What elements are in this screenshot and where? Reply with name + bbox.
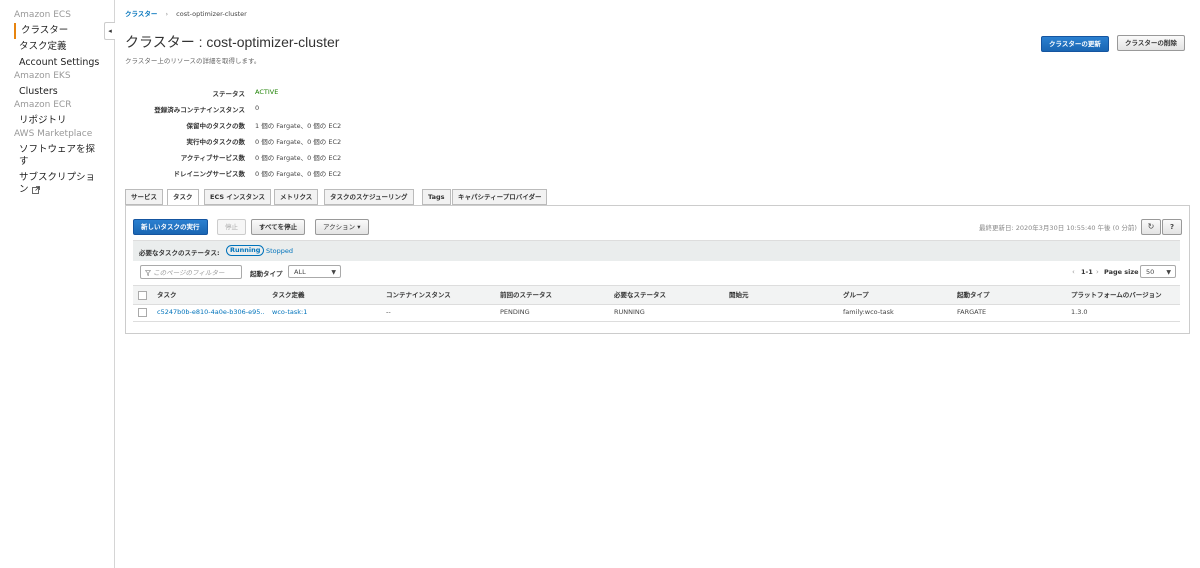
detail-row-status: ステータス ACTIVE (125, 88, 525, 98)
status-stopped-link[interactable]: Stopped (266, 247, 293, 255)
actions-label: アクション (323, 223, 356, 231)
breadcrumb-clusters-link[interactable]: クラスター (125, 10, 157, 18)
filter-icon (144, 270, 152, 277)
external-link-icon (31, 185, 40, 194)
breadcrumb-current: cost-optimizer-cluster (176, 10, 247, 18)
sidebar-item-account-settings[interactable]: Account Settings (0, 55, 114, 71)
page-title: クラスター : cost-optimizer-cluster (125, 34, 340, 50)
sidebar-item-clusters[interactable]: クラスター (14, 23, 114, 39)
detail-row-draining-services: ドレイニングサービス数 0 個の Fargate、0 個の EC2 (125, 168, 525, 178)
status-value: ACTIVE (255, 88, 279, 96)
status-running-chip[interactable]: Running (226, 245, 265, 256)
chevron-down-icon: ▼ (1166, 269, 1171, 276)
sidebar: Amazon ECS クラスター タスク定義 Account Settings … (0, 0, 115, 568)
detail-value: 0 個の Fargate、0 個の EC2 (255, 138, 342, 146)
page-size-select[interactable]: 50 ▼ (1140, 265, 1176, 278)
tab-task-scheduling[interactable]: タスクのスケジューリング (324, 189, 414, 205)
filter-input[interactable]: このページのフィルター (140, 265, 242, 279)
delete-cluster-button[interactable]: クラスターの削除 (1117, 35, 1185, 51)
launch-type-label: 起動タイプ (250, 270, 283, 278)
column-header-platform-version[interactable]: プラットフォームのバージョン (1071, 286, 1162, 304)
page-size-value: 50 (1146, 268, 1155, 276)
sidebar-collapse-button[interactable]: ◂ (104, 22, 115, 40)
chevron-down-icon: ▾ (357, 223, 361, 231)
run-new-task-button[interactable]: 新しいタスクの実行 (133, 219, 208, 235)
next-page-icon[interactable]: › (1096, 268, 1099, 276)
launch-type-cell: FARGATE (957, 308, 987, 316)
column-header-started-by[interactable]: 開始元 (729, 286, 749, 304)
tab-tasks[interactable]: タスク (167, 189, 199, 206)
detail-row-pending: 保留中のタスクの数 1 個の Fargate、0 個の EC2 (125, 120, 525, 130)
tab-services[interactable]: サービス (125, 189, 163, 205)
detail-row-instances: 登録済みコンテナインスタンス 0 (125, 104, 525, 114)
detail-label: 保留中のタスクの数 (186, 122, 246, 130)
sidebar-item-task-definitions[interactable]: タスク定義 (0, 39, 114, 55)
column-header-launch-type[interactable]: 起動タイプ (957, 286, 990, 304)
task-id-link[interactable]: c5247b0b-e810-4a0e-b306-e95... (157, 304, 265, 321)
actions-dropdown[interactable]: アクション ▾ (315, 219, 369, 235)
detail-value: 1 個の Fargate、0 個の EC2 (255, 122, 342, 130)
select-all-checkbox[interactable] (138, 291, 147, 300)
update-cluster-button[interactable]: クラスターの更新 (1041, 36, 1109, 52)
page-size-label: Page size (1104, 268, 1139, 276)
column-header-task[interactable]: タスク (157, 286, 177, 304)
tab-tags[interactable]: Tags (422, 189, 451, 205)
refresh-icon[interactable]: ↻ (1141, 219, 1161, 235)
desired-status-cell: RUNNING (614, 308, 645, 316)
tasks-panel: 新しいタスクの実行 停止 すべてを停止 アクション ▾ 最終更新日: 2020年… (125, 205, 1190, 334)
sidebar-section-ecr: Amazon ECR (14, 100, 72, 110)
stop-all-button[interactable]: すべてを停止 (251, 219, 306, 235)
detail-label: ドレイニングサービス数 (173, 170, 246, 178)
sidebar-item-subscriptions-label: サブスクリプション (19, 172, 96, 195)
container-instance-cell: -- (386, 308, 391, 316)
prev-page-icon[interactable]: ‹ (1072, 268, 1075, 276)
tasks-table-header: タスク タスク定義 コンテナインスタンス 前回のステータス 必要なステータス 開… (133, 285, 1180, 305)
desired-status-bar: 必要なタスクのステータス: Running Stopped (133, 240, 1180, 261)
detail-label: 実行中のタスクの数 (186, 138, 246, 146)
detail-value: 0 個の Fargate、0 個の EC2 (255, 154, 342, 162)
page-subtitle: クラスター上のリソースの詳細を取得します。 (125, 57, 261, 65)
detail-row-active-services: アクティブサービス数 0 個の Fargate、0 個の EC2 (125, 152, 525, 162)
pagination-range: 1-1 (1081, 268, 1093, 276)
last-updated-text: 最終更新日: 2020年3月30日 10:55:40 午後 (0 分前) (979, 224, 1137, 232)
filter-placeholder: このページのフィルター (153, 269, 225, 277)
group-cell: family:wco-task (843, 308, 894, 316)
stop-button[interactable]: 停止 (217, 219, 246, 235)
sidebar-section-ecs: Amazon ECS (14, 10, 71, 20)
tab-ecs-instances[interactable]: ECS インスタンス (204, 189, 272, 205)
sidebar-item-eks-clusters[interactable]: Clusters (0, 84, 114, 100)
sidebar-item-find-software[interactable]: ソフトウェアを探す (0, 142, 99, 168)
help-icon[interactable]: ? (1162, 219, 1182, 235)
desired-status-label: 必要なタスクのステータス: (139, 249, 220, 257)
column-header-desired-status[interactable]: 必要なステータス (614, 286, 666, 304)
sidebar-item-subscriptions[interactable]: サブスクリプション (0, 168, 99, 196)
column-header-container-instance[interactable]: コンテナインスタンス (386, 286, 451, 304)
last-status-cell: PENDING (500, 308, 530, 316)
sidebar-section-eks: Amazon EKS (14, 71, 71, 81)
detail-value: 0 個の Fargate、0 個の EC2 (255, 170, 342, 178)
row-checkbox[interactable] (138, 308, 147, 317)
detail-label: 登録済みコンテナインスタンス (154, 106, 245, 114)
table-row[interactable]: c5247b0b-e810-4a0e-b306-e95... wco-task:… (133, 304, 1180, 322)
tab-capacity-providers[interactable]: キャパシティープロバイダー (452, 189, 548, 205)
launch-type-value: ALL (294, 268, 306, 276)
detail-label: アクティブサービス数 (180, 154, 245, 162)
detail-row-running: 実行中のタスクの数 0 個の Fargate、0 個の EC2 (125, 136, 525, 146)
task-definition-link[interactable]: wco-task:1 (272, 304, 307, 321)
detail-label: ステータス (212, 90, 246, 98)
chevron-down-icon: ▼ (331, 269, 336, 276)
launch-type-select[interactable]: ALL ▼ (288, 265, 341, 278)
sidebar-section-marketplace: AWS Marketplace (14, 129, 93, 139)
platform-version-cell: 1.3.0 (1071, 308, 1088, 316)
detail-value: 0 (255, 104, 260, 112)
column-header-group[interactable]: グループ (843, 286, 869, 304)
breadcrumb-separator: › (165, 10, 169, 18)
tab-metrics[interactable]: メトリクス (274, 189, 319, 205)
column-header-last-status[interactable]: 前回のステータス (500, 286, 552, 304)
breadcrumb: クラスター › cost-optimizer-cluster (125, 8, 247, 18)
sidebar-item-repositories[interactable]: リポジトリ (0, 113, 114, 129)
column-header-task-definition[interactable]: タスク定義 (272, 286, 305, 304)
